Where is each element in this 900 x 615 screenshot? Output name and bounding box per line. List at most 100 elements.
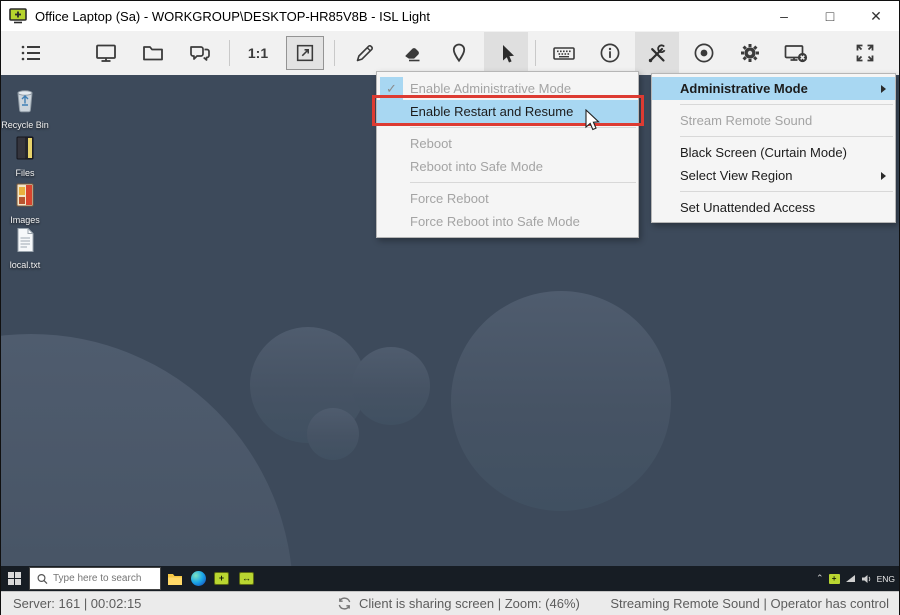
tray-isl-icon[interactable]: + xyxy=(828,573,840,584)
speaker-icon[interactable] xyxy=(861,574,872,584)
images-folder-icon xyxy=(16,183,34,207)
record-icon xyxy=(694,43,714,63)
desktop-view-button[interactable] xyxy=(84,33,128,73)
desktop-icon-label: Files xyxy=(15,168,35,178)
disconnect-icon xyxy=(784,45,808,63)
menu-item-set-unattended-access[interactable]: Set Unattended Access xyxy=(652,196,895,219)
desktop-icon-label: local.txt xyxy=(9,260,41,270)
taskbar-search[interactable] xyxy=(29,567,161,590)
submenu-arrow-icon xyxy=(881,85,886,93)
menu-item-label: Enable Administrative Mode xyxy=(410,81,572,96)
disconnect-button[interactable] xyxy=(774,33,818,73)
tray-language[interactable]: ENG xyxy=(877,574,895,584)
wallpaper-sphere xyxy=(1,334,293,566)
record-button[interactable] xyxy=(682,33,726,73)
minimize-button[interactable]: – xyxy=(761,1,807,31)
session-list-button[interactable] xyxy=(9,33,53,73)
isl-light-icon: + xyxy=(214,572,229,585)
menu-separator xyxy=(410,127,636,128)
fit-screen-icon xyxy=(296,44,314,62)
desktop-icon-images[interactable]: Images xyxy=(1,182,49,225)
taskbar-isl-light[interactable]: + xyxy=(213,570,230,587)
tools-icon xyxy=(648,43,666,62)
toolbar-separator xyxy=(535,40,536,66)
desktop-icon-files[interactable]: Files xyxy=(1,135,49,178)
menu-item-stream-remote-sound[interactable]: Stream Remote Sound xyxy=(652,109,895,132)
menu-separator xyxy=(680,104,893,105)
menu-separator xyxy=(680,136,893,137)
menu-item-label: Set Unattended Access xyxy=(680,200,816,215)
eraser-icon xyxy=(405,48,420,62)
pencil-icon xyxy=(356,45,373,62)
settings-button[interactable] xyxy=(728,33,772,73)
menu-item-label: Force Reboot xyxy=(410,191,489,206)
sharing-status-text: Client is sharing screen | Zoom: (46%) xyxy=(359,596,580,611)
search-input[interactable] xyxy=(53,573,153,584)
desktop-icon-local-txt[interactable]: local.txt xyxy=(1,227,49,270)
system-tray: ⌃ + ENG xyxy=(816,566,895,591)
wallpaper-sphere xyxy=(307,408,359,460)
remote-taskbar: + ↔ ⌃ + ENG xyxy=(1,566,899,591)
menu-item-label: Reboot into Safe Mode xyxy=(410,159,543,174)
tray-chevron-icon[interactable]: ⌃ xyxy=(816,573,824,584)
network-icon[interactable] xyxy=(845,574,856,583)
draw-button[interactable] xyxy=(343,33,387,73)
tools-button[interactable] xyxy=(635,32,679,75)
actual-size-button[interactable]: 1:1 xyxy=(236,33,280,73)
wallpaper-sphere xyxy=(352,347,430,425)
menu-item-label: Black Screen (Curtain Mode) xyxy=(680,145,847,160)
toolbar: 1:1 xyxy=(1,31,899,75)
status-bar: Server: 161 | 00:02:15 Client is sharing… xyxy=(1,591,899,615)
menu-item-force-reboot-safe-mode[interactable]: Force Reboot into Safe Mode xyxy=(377,210,638,233)
folder-icon xyxy=(143,46,163,61)
menu-item-select-view-region[interactable]: Select View Region xyxy=(652,164,895,187)
menu-separator xyxy=(410,182,636,183)
chat-icon xyxy=(190,46,210,61)
isl-light-window: Office Laptop (Sa) - WORKGROUP\DESKTOP-H… xyxy=(0,0,900,615)
keyboard-button[interactable] xyxy=(542,33,586,73)
fullscreen-button[interactable] xyxy=(843,33,887,73)
actual-size-icon: 1:1 xyxy=(247,45,269,61)
search-icon xyxy=(37,573,48,584)
erase-button[interactable] xyxy=(390,33,434,73)
chat-button[interactable] xyxy=(178,33,222,73)
desktop-icon-recycle-bin[interactable]: Recycle Bin xyxy=(1,85,49,130)
file-explorer-icon xyxy=(167,573,182,585)
menu-item-reboot-safe-mode[interactable]: Reboot into Safe Mode xyxy=(377,155,638,178)
taskbar-edge-browser[interactable] xyxy=(190,570,207,587)
pointer-marker-button[interactable] xyxy=(437,33,481,73)
fullscreen-icon xyxy=(856,44,874,62)
cursor-icon xyxy=(503,44,514,62)
sound-control-status: Streaming Remote Sound | Operator has co… xyxy=(610,596,889,611)
menu-item-administrative-mode[interactable]: Administrative Mode xyxy=(652,77,895,100)
session-status: Server: 161 | 00:02:15 xyxy=(13,596,142,611)
desktop-icon-label: Images xyxy=(10,215,40,225)
settings-gear-icon xyxy=(741,44,759,62)
sync-icon xyxy=(338,597,351,610)
toolbar-separator xyxy=(229,40,230,66)
sharing-status: Client is sharing screen | Zoom: (46%) xyxy=(337,596,580,611)
maximize-button[interactable]: □ xyxy=(807,1,853,31)
menu-item-reboot[interactable]: Reboot xyxy=(377,132,638,155)
windows-logo-icon xyxy=(8,572,21,585)
close-button[interactable]: ✕ xyxy=(853,1,899,31)
menu-item-black-screen[interactable]: Black Screen (Curtain Mode) xyxy=(652,141,895,164)
keyboard-icon xyxy=(553,47,575,60)
info-button[interactable] xyxy=(588,33,632,73)
toolbar-separator xyxy=(334,40,335,66)
tools-menu: Administrative Mode Stream Remote Sound … xyxy=(651,73,896,223)
wallpaper-sphere xyxy=(451,291,671,511)
submenu-arrow-icon xyxy=(881,172,886,180)
menu-separator xyxy=(680,191,893,192)
menu-item-force-reboot[interactable]: Force Reboot xyxy=(377,187,638,210)
fit-screen-button[interactable] xyxy=(286,36,324,70)
desktop-icon-label: Recycle Bin xyxy=(1,120,49,130)
start-button[interactable] xyxy=(1,566,28,591)
session-list-icon xyxy=(21,45,40,61)
file-transfer-button[interactable] xyxy=(131,33,175,73)
taskbar-file-explorer[interactable] xyxy=(166,570,183,587)
annotation-highlight-box xyxy=(372,95,644,126)
remote-cursor-button[interactable] xyxy=(484,32,528,75)
menu-item-label: Reboot xyxy=(410,136,452,151)
taskbar-isl-connect[interactable]: ↔ xyxy=(238,570,255,587)
